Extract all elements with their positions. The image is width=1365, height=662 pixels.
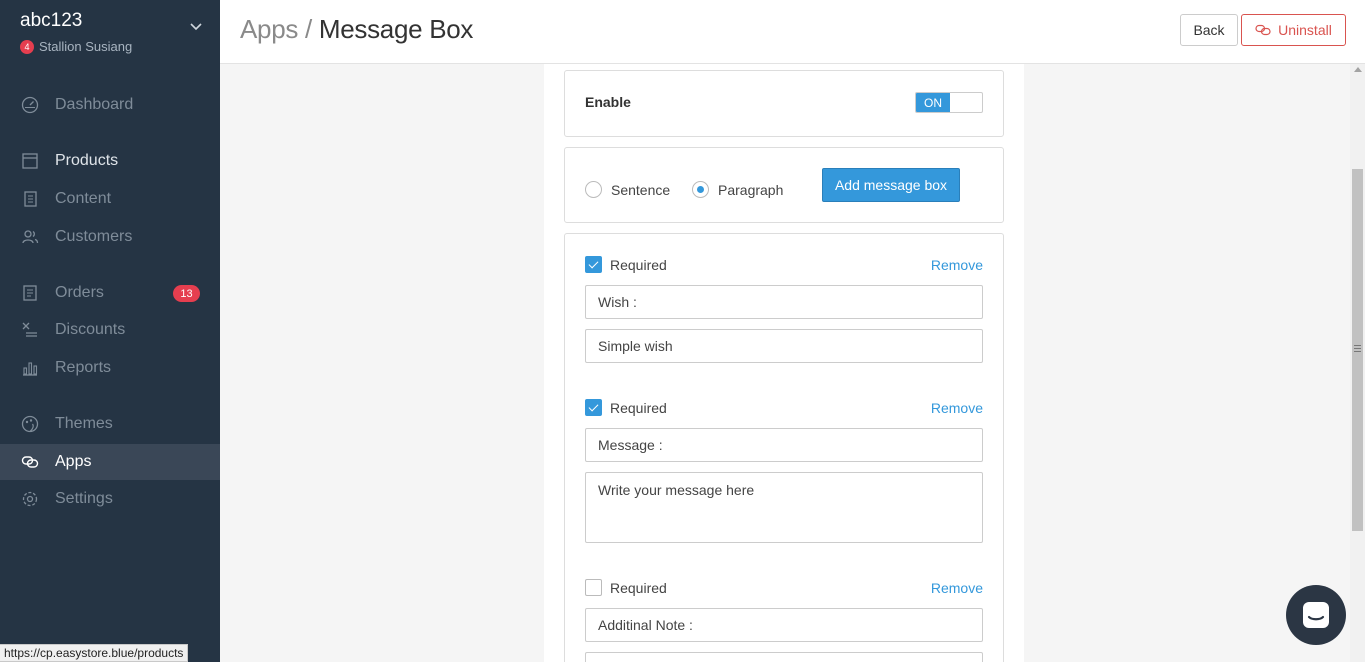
sidebar-item-settings[interactable]: Settings <box>0 481 220 517</box>
field-row: Required Remove <box>585 398 983 418</box>
sidebar-item-products[interactable]: Products <box>0 143 220 179</box>
sidebar-item-customers[interactable]: Customers <box>0 219 220 255</box>
radio-circle-checked <box>692 181 709 198</box>
field-placeholder-textarea[interactable]: Write your message here <box>585 472 983 543</box>
orders-count-badge: 13 <box>173 285 200 302</box>
store-name: abc123 <box>20 10 83 31</box>
orders-icon <box>21 284 39 302</box>
breadcrumb-apps[interactable]: Apps <box>240 14 298 44</box>
field-placeholder-input[interactable] <box>585 329 983 363</box>
field-label-input[interactable] <box>585 285 983 319</box>
sidebar-item-label: Orders <box>55 284 104 301</box>
required-label: Required <box>610 257 667 273</box>
sidebar-item-discounts[interactable]: Discounts <box>0 312 220 348</box>
user-name: Stallion Susiang <box>39 39 133 54</box>
sidebar-item-themes[interactable]: Themes <box>0 406 220 442</box>
sidebar-item-label: Themes <box>55 415 113 432</box>
breadcrumb: Apps / Message Box <box>240 14 473 45</box>
remove-link[interactable]: Remove <box>931 400 983 416</box>
sidebar-item-label: Products <box>55 152 119 169</box>
sidebar-item-label: Apps <box>55 453 92 470</box>
sidebar-item-label: Dashboard <box>55 96 134 113</box>
add-message-box-button[interactable]: Add message box <box>822 168 960 202</box>
sidebar-item-reports[interactable]: Reports <box>0 350 220 386</box>
enable-card: Enable ON <box>564 70 1004 137</box>
settings-icon <box>21 490 39 508</box>
sidebar-item-orders[interactable]: Orders 13 <box>0 275 220 311</box>
chat-icon <box>1303 602 1329 628</box>
toggle-on-label: ON <box>916 93 950 112</box>
sidebar-item-label: Reports <box>55 359 112 376</box>
sidebar-item-dashboard[interactable]: Dashboard <box>0 87 220 123</box>
enable-label: Enable <box>585 94 631 110</box>
required-checkbox[interactable] <box>585 579 602 596</box>
radio-paragraph[interactable]: Paragraph <box>692 181 783 198</box>
scroll-up-arrow[interactable] <box>1354 67 1362 72</box>
radio-label: Paragraph <box>718 181 784 198</box>
dashboard-icon <box>21 96 39 114</box>
themes-icon <box>21 415 39 433</box>
store-user: 4 Stallion Susiang <box>20 39 132 54</box>
link-icon <box>1255 24 1271 36</box>
sidebar-item-label: Content <box>55 190 112 207</box>
type-selector-card: Sentence Paragraph Add message box <box>564 147 1004 223</box>
uninstall-label: Uninstall <box>1278 22 1332 38</box>
radio-label: Sentence <box>611 181 671 198</box>
field-label-input[interactable] <box>585 608 983 642</box>
chevron-down-icon <box>190 23 202 31</box>
notification-badge: 4 <box>20 39 34 54</box>
reports-icon <box>21 359 39 377</box>
scroll-thumb[interactable] <box>1352 169 1363 531</box>
remove-link[interactable]: Remove <box>931 257 983 273</box>
page-scrollbar[interactable] <box>1350 64 1365 662</box>
top-header: Apps / Message Box Back Uninstall <box>220 0 1365 64</box>
breadcrumb-separator: / <box>305 14 312 44</box>
discounts-icon <box>21 321 39 339</box>
products-icon <box>21 152 39 170</box>
required-label: Required <box>610 400 667 416</box>
content-icon <box>21 190 39 208</box>
sidebar: abc123 4 Stallion Susiang Dashboard Prod… <box>0 0 220 662</box>
sidebar-item-label: Customers <box>55 228 133 245</box>
page-title: Message Box <box>318 14 474 44</box>
field-row: Required Remove <box>585 578 983 598</box>
chat-launcher-button[interactable] <box>1286 585 1346 645</box>
required-label: Required <box>610 580 667 596</box>
field-placeholder-input[interactable] <box>585 652 983 662</box>
field-label-input[interactable] <box>585 428 983 462</box>
sidebar-item-label: Settings <box>55 490 113 507</box>
radio-sentence[interactable]: Sentence <box>585 181 670 198</box>
required-checkbox[interactable] <box>585 256 602 273</box>
status-bar-url: https://cp.easystore.blue/products <box>0 644 189 662</box>
sidebar-item-label: Discounts <box>55 321 126 338</box>
customers-icon <box>21 228 39 246</box>
field-row: Required Remove <box>585 255 983 275</box>
radio-circle <box>585 181 602 198</box>
fields-card: Required Remove Required Remove Write yo… <box>564 233 1004 662</box>
uninstall-button[interactable]: Uninstall <box>1241 14 1346 46</box>
back-button[interactable]: Back <box>1180 14 1238 46</box>
sidebar-item-apps[interactable]: Apps <box>0 444 220 480</box>
store-switcher[interactable]: abc123 4 Stallion Susiang <box>20 10 210 60</box>
enable-toggle[interactable]: ON <box>915 92 983 113</box>
sidebar-item-content[interactable]: Content <box>0 181 220 217</box>
grip-icon <box>1354 345 1361 352</box>
remove-link[interactable]: Remove <box>931 580 983 596</box>
required-checkbox[interactable] <box>585 399 602 416</box>
apps-icon <box>21 453 39 471</box>
